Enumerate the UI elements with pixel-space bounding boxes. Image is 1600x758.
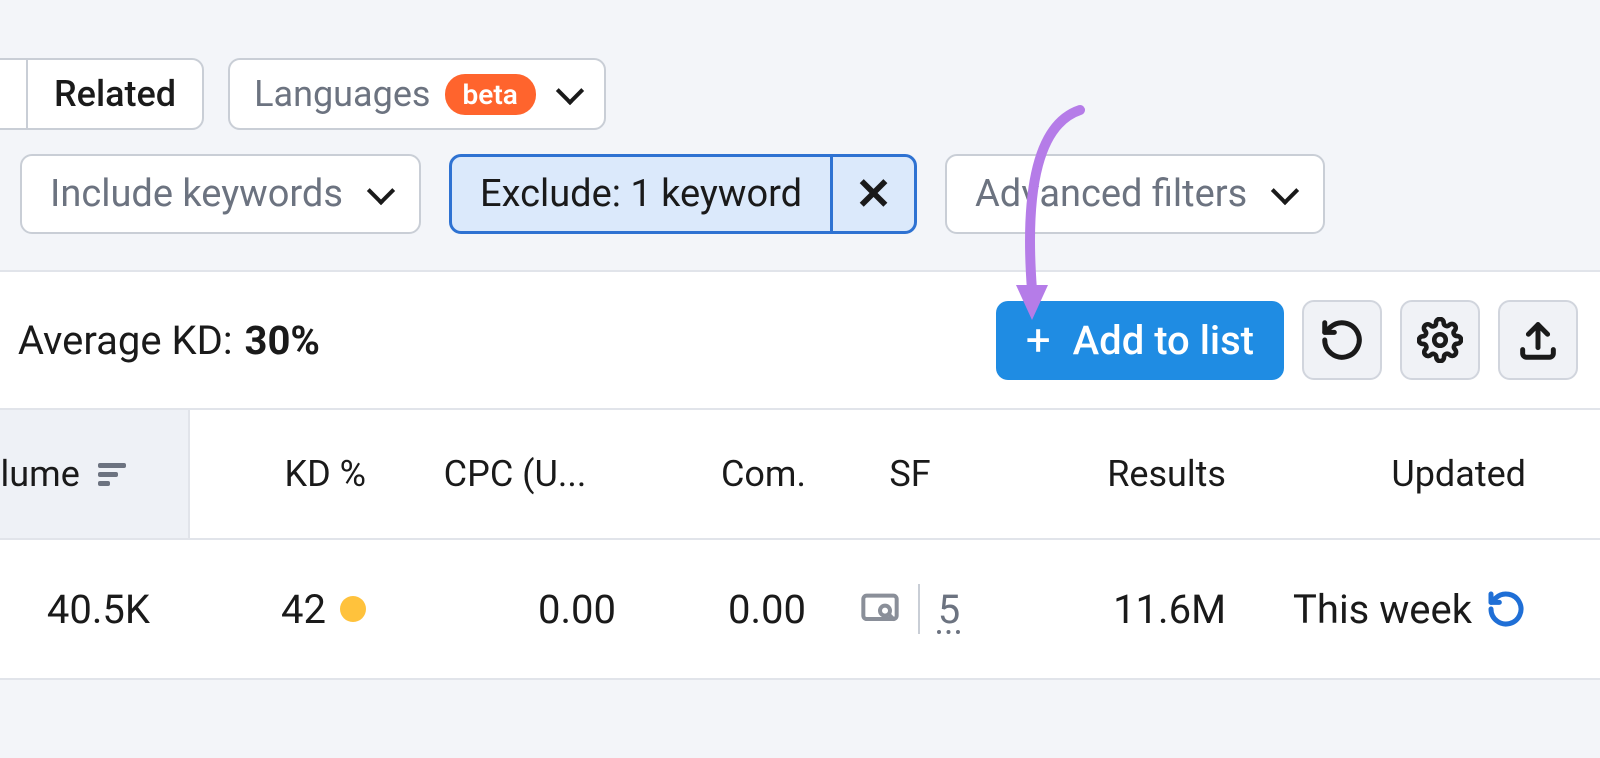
col-volume[interactable]: olume — [0, 410, 190, 538]
results-stats: 20 Average KD: 30% — [0, 317, 320, 364]
chevron-down-icon — [367, 177, 395, 205]
exclude-clear-button[interactable]: ✕ — [833, 157, 914, 231]
export-icon — [1515, 317, 1561, 363]
languages-label: Languages — [254, 73, 430, 115]
cell-com: 0.00 — [640, 540, 830, 678]
cell-cpc: 0.00 — [390, 540, 640, 678]
languages-dropdown[interactable]: Languages beta — [228, 58, 606, 130]
gear-icon — [1417, 317, 1463, 363]
results-toolbar: 20 Average KD: 30% + Add to list — [0, 272, 1600, 410]
kd-difficulty-dot — [340, 596, 366, 622]
tab-group: h Related — [0, 58, 204, 130]
refresh-icon — [1486, 589, 1526, 629]
settings-button[interactable] — [1400, 300, 1480, 380]
serp-icon — [860, 589, 900, 629]
sf-count: 5 — [938, 586, 960, 633]
exclude-label: Exclude: 1 keyword — [452, 157, 833, 231]
advanced-filters-dropdown[interactable]: Advanced filters — [945, 154, 1325, 234]
avg-kd-value: 30% — [245, 317, 320, 364]
close-icon: ✕ — [855, 168, 892, 220]
add-to-list-button[interactable]: + Add to list — [996, 301, 1284, 380]
keywords-table: olume KD % CPC (U... Com. SF Results Upd… — [0, 410, 1600, 680]
plus-icon: + — [1026, 318, 1051, 362]
avg-kd-label: Average KD: — [18, 317, 233, 364]
filter-row: Include keywords Exclude: 1 keyword ✕ Ad… — [0, 154, 1600, 270]
table-row[interactable]: 40.5K 42 0.00 0.00 5 11.6M — [0, 540, 1600, 680]
cell-updated[interactable]: This week — [1250, 540, 1550, 678]
col-sf[interactable]: SF — [830, 410, 990, 538]
add-to-list-label: Add to list — [1073, 317, 1254, 364]
beta-badge: beta — [445, 74, 536, 115]
cell-volume: 40.5K — [0, 540, 190, 678]
export-button[interactable] — [1498, 300, 1578, 380]
cell-sf[interactable]: 5 — [830, 540, 990, 678]
include-label: Include keywords — [50, 172, 343, 216]
col-com[interactable]: Com. — [640, 410, 830, 538]
col-kd[interactable]: KD % — [190, 410, 390, 538]
tab-related[interactable]: Related — [28, 60, 202, 128]
chevron-down-icon — [556, 77, 584, 105]
sort-icon — [98, 463, 126, 486]
col-results[interactable]: Results — [990, 410, 1250, 538]
tab-match[interactable]: h — [0, 60, 28, 128]
refresh-icon — [1319, 317, 1365, 363]
cell-results: 11.6M — [990, 540, 1250, 678]
exclude-keywords-filter[interactable]: Exclude: 1 keyword ✕ — [449, 154, 917, 234]
refresh-button[interactable] — [1302, 300, 1382, 380]
col-cpc[interactable]: CPC (U... — [390, 410, 640, 538]
cell-kd: 42 — [190, 540, 390, 678]
serp-features: 5 — [860, 584, 960, 634]
include-keywords-filter[interactable]: Include keywords — [20, 154, 421, 234]
advanced-label: Advanced filters — [975, 172, 1247, 216]
col-updated[interactable]: Updated — [1250, 410, 1550, 538]
table-header: olume KD % CPC (U... Com. SF Results Upd… — [0, 410, 1600, 540]
chevron-down-icon — [1271, 177, 1299, 205]
tab-row: h Related Languages beta — [0, 0, 1600, 154]
results-panel: 20 Average KD: 30% + Add to list — [0, 270, 1600, 680]
